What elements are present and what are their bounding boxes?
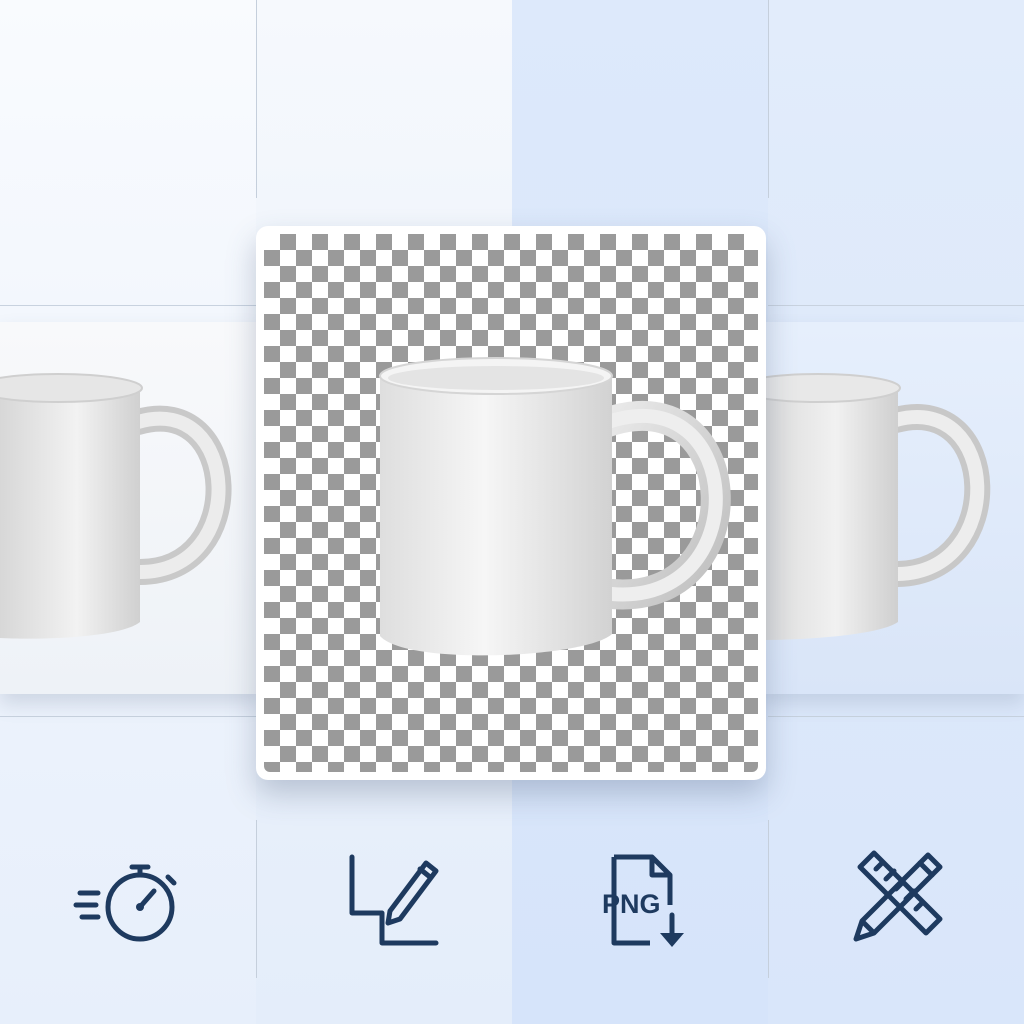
ruler-pencil-icon (830, 840, 960, 960)
divider (768, 0, 769, 198)
divider (768, 820, 769, 978)
divider (768, 305, 1024, 306)
divider (768, 716, 1024, 717)
after-image-card (760, 322, 1024, 694)
divider (256, 820, 257, 978)
divider (0, 305, 256, 306)
mug-image (760, 373, 991, 640)
edit-line-icon (320, 840, 450, 960)
png-label: PNG (602, 889, 661, 919)
stopwatch-icon (63, 840, 193, 960)
transparent-preview-card (256, 226, 766, 780)
mug-image (0, 373, 232, 639)
divider (0, 716, 256, 717)
mug-image (379, 357, 731, 656)
before-image-card (0, 322, 262, 694)
png-download-icon: PNG (576, 840, 706, 960)
divider (256, 0, 257, 198)
